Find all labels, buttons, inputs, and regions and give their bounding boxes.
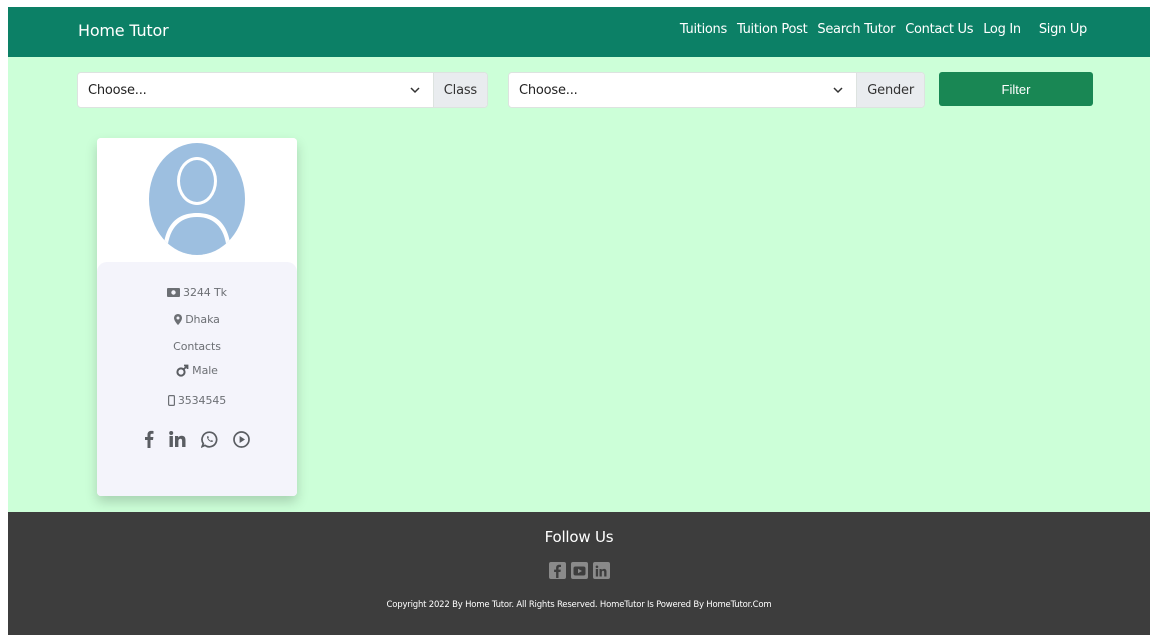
card-socials	[97, 430, 297, 448]
chevron-down-icon	[410, 87, 420, 94]
mobile-phone-icon	[167, 395, 175, 406]
avatar-icon	[149, 143, 245, 255]
follow-us-title: Follow Us	[544, 528, 614, 546]
brand-logo[interactable]: Home Tutor	[78, 21, 169, 40]
gender-select-value: Choose...	[519, 82, 578, 98]
footer-social-icons	[8, 562, 1150, 579]
nav-link-contact-us[interactable]: Contact Us	[905, 22, 973, 37]
facebook-square-icon[interactable]	[548, 562, 566, 579]
nav-link-sign-up[interactable]: Sign Up	[1039, 22, 1087, 37]
whatsapp-icon[interactable]	[201, 430, 218, 448]
linkedin-icon[interactable]	[169, 431, 186, 447]
filter-button[interactable]: Filter	[939, 72, 1093, 106]
nav-link-tuitions[interactable]: Tuitions	[680, 22, 727, 37]
play-icon[interactable]	[233, 430, 250, 448]
footer: Follow Us Copyright 2022 By Home Tutor. …	[8, 512, 1150, 635]
contacts-label: Contacts	[173, 340, 221, 353]
linkedin-square-icon[interactable]	[592, 562, 610, 579]
salary-line: 3244 Tk	[97, 286, 297, 299]
nav-link-search-tutor[interactable]: Search Tutor	[817, 22, 895, 37]
money-icon	[167, 288, 181, 297]
chevron-down-icon	[833, 87, 843, 94]
gender-text: Male	[192, 364, 218, 377]
location-text: Dhaka	[185, 313, 220, 326]
class-filter-group: Choose... Class	[77, 72, 488, 108]
facebook-icon[interactable]	[144, 430, 154, 448]
nav-link-tuition-post[interactable]: Tuition Post	[737, 22, 808, 37]
youtube-square-icon[interactable]	[570, 562, 588, 579]
salary-text: 3244 Tk	[183, 286, 227, 299]
page: Home Tutor Tuitions Tuition Post Search …	[8, 7, 1150, 635]
navbar: Home Tutor Tuitions Tuition Post Search …	[8, 7, 1150, 57]
copyright-text: Copyright 2022 By Home Tutor. All Rights…	[386, 600, 772, 610]
tutor-card[interactable]: 3244 Tk Dhaka Contacts Male 3534545	[97, 138, 297, 496]
gender-filter-group: Choose... Gender	[508, 72, 925, 108]
class-label: Class	[432, 73, 487, 107]
gender-select[interactable]: Choose...	[509, 73, 857, 107]
nav-links: Tuitions Tuition Post Search Tutor Conta…	[670, 22, 1087, 37]
gender-line: Male	[97, 364, 297, 377]
phone-text: 3534545	[177, 394, 227, 407]
male-icon	[176, 364, 189, 377]
location-line: Dhaka	[97, 313, 297, 326]
contacts-line: Contacts	[97, 340, 297, 353]
nav-link-log-in[interactable]: Log In	[983, 22, 1021, 37]
card-body: 3244 Tk Dhaka Contacts Male 3534545	[97, 262, 297, 496]
phone-line: 3534545	[97, 394, 297, 407]
location-pin-icon	[174, 314, 183, 325]
class-select-value: Choose...	[88, 82, 147, 98]
card-header	[97, 138, 297, 262]
class-select[interactable]: Choose...	[78, 73, 433, 107]
gender-label: Gender	[856, 73, 924, 107]
